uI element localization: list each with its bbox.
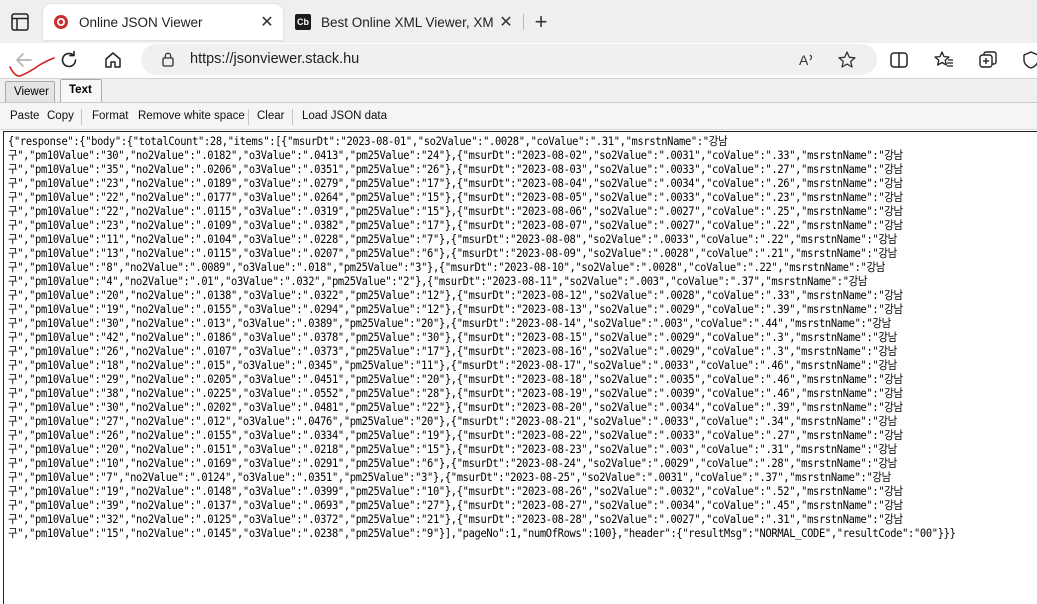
viewer-tab-bar: Viewer Text bbox=[0, 78, 1037, 103]
close-tab-icon[interactable]: ✕ bbox=[494, 12, 518, 32]
json-viewer-favicon-icon bbox=[54, 15, 68, 29]
tab-text[interactable]: Text bbox=[60, 79, 102, 103]
refresh-icon[interactable] bbox=[58, 49, 80, 71]
favorite-star-icon[interactable] bbox=[836, 49, 858, 71]
tab-online-json-viewer[interactable]: Online JSON Viewer ✕ bbox=[43, 4, 283, 40]
tab-xml-viewer[interactable]: Cb Best Online XML Viewer, XML Fo ✕ bbox=[285, 4, 522, 40]
format-button[interactable]: Format bbox=[92, 110, 128, 122]
lock-icon[interactable] bbox=[160, 51, 176, 68]
new-tab-icon[interactable]: + bbox=[529, 9, 553, 35]
toolbar-divider bbox=[292, 109, 293, 125]
home-icon[interactable] bbox=[102, 49, 124, 71]
browser-essentials-icon[interactable] bbox=[1020, 49, 1037, 71]
text-toolbar: Paste Copy Format Remove white space Cle… bbox=[0, 102, 1037, 130]
tab-viewer[interactable]: Viewer bbox=[5, 81, 55, 103]
load-json-data-button[interactable]: Load JSON data bbox=[302, 110, 387, 122]
toolbar-divider bbox=[248, 109, 249, 125]
collections-icon[interactable] bbox=[977, 49, 999, 71]
browser-tab-strip: Online JSON Viewer ✕ Cb Best Online XML … bbox=[0, 0, 1037, 43]
svg-text:A: A bbox=[799, 52, 809, 68]
favorites-icon[interactable] bbox=[933, 49, 955, 71]
close-tab-icon[interactable]: ✕ bbox=[255, 12, 279, 32]
url-field[interactable]: https://jsonviewer.stack.hu A bbox=[141, 44, 877, 75]
tab-actions-icon[interactable] bbox=[9, 11, 31, 33]
read-aloud-icon[interactable]: A bbox=[796, 49, 818, 71]
copy-button[interactable]: Copy bbox=[47, 110, 74, 122]
url-text[interactable]: https://jsonviewer.stack.hu bbox=[190, 51, 359, 67]
tab-divider bbox=[523, 14, 524, 30]
codebeautify-favicon-icon: Cb bbox=[295, 14, 311, 30]
json-text-line: 구","pm10Value":"15","no2Value":".0145","… bbox=[8, 527, 956, 540]
json-text-area[interactable]: {"response":{"body":{"totalCount":28,"it… bbox=[3, 131, 1037, 604]
clear-button[interactable]: Clear bbox=[257, 110, 284, 122]
tab-title: Online JSON Viewer bbox=[79, 14, 203, 30]
paste-button[interactable]: Paste bbox=[10, 110, 39, 122]
tab-title: Best Online XML Viewer, XML Fo bbox=[321, 14, 494, 30]
remove-white-space-button[interactable]: Remove white space bbox=[138, 110, 245, 122]
toolbar-divider bbox=[81, 109, 82, 125]
split-screen-icon[interactable] bbox=[888, 49, 910, 71]
address-bar-row: https://jsonviewer.stack.hu A bbox=[0, 43, 1037, 78]
